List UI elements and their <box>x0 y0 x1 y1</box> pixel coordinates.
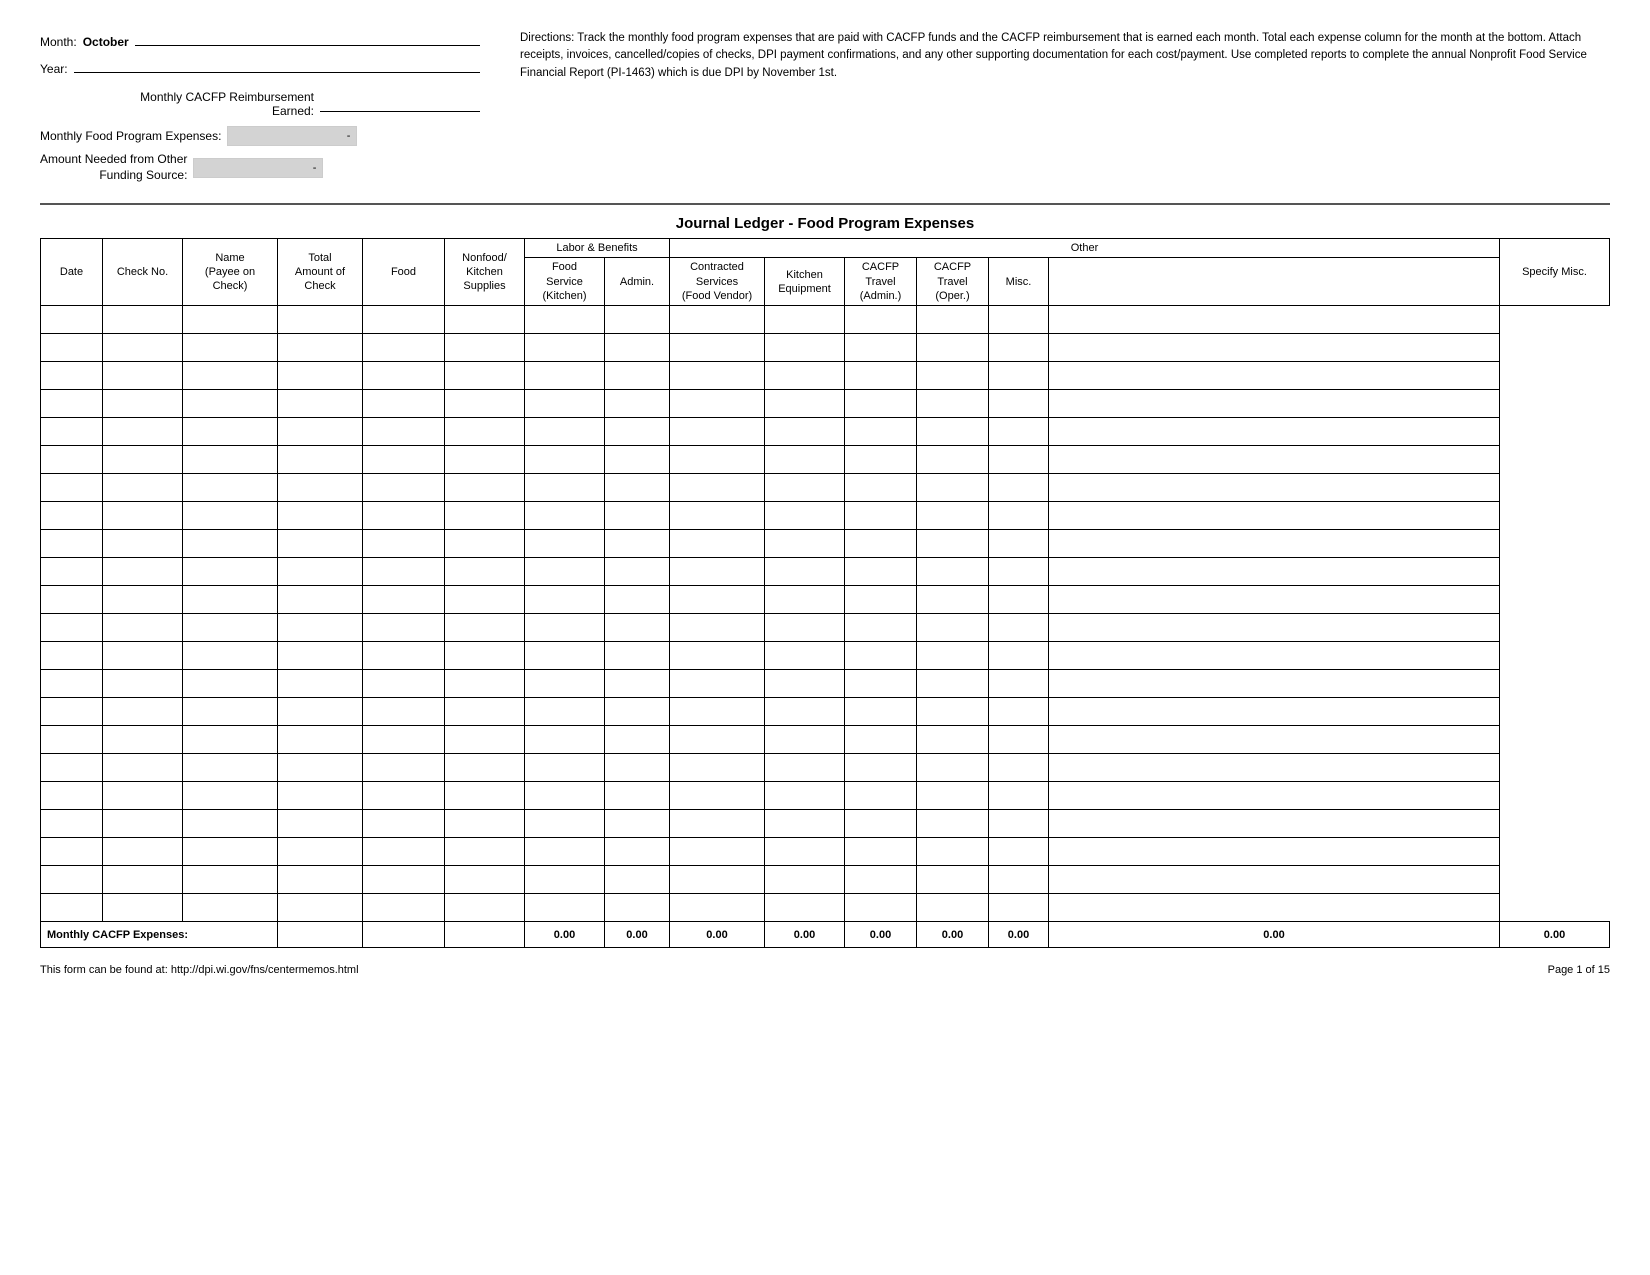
col-header-total: TotalAmount ofCheck <box>278 239 363 306</box>
table-row[interactable] <box>41 306 1610 334</box>
monthly-total-blank <box>278 922 363 948</box>
funding-row: Amount Needed from Other Funding Source:… <box>40 152 480 183</box>
monthly-value-cell: 0.00 <box>917 922 989 948</box>
table-row[interactable] <box>41 698 1610 726</box>
expenses-label: Monthly Food Program Expenses: <box>40 129 221 143</box>
table-row[interactable] <box>41 418 1610 446</box>
col-header-specmisc: Specify Misc. <box>1500 239 1610 306</box>
col-header-cacfp-oper: CACFPTravel(Oper.) <box>917 258 989 306</box>
monthly-expenses-row: Monthly CACFP Expenses:0.000.000.000.000… <box>41 922 1610 948</box>
col-header-kitchen: KitchenEquipment <box>765 258 845 306</box>
col-header-check: Check No. <box>103 239 183 306</box>
table-row[interactable] <box>41 838 1610 866</box>
table-row[interactable] <box>41 614 1610 642</box>
table-row[interactable] <box>41 474 1610 502</box>
funding-label: Amount Needed from Other Funding Source: <box>40 152 193 183</box>
group-labor-benefits: Labor & Benefits <box>525 239 670 258</box>
directions-text: Directions: Track the monthly food progr… <box>520 30 1610 183</box>
table-row[interactable] <box>41 558 1610 586</box>
table-row[interactable] <box>41 754 1610 782</box>
col-header-date: Date <box>41 239 103 306</box>
ledger-title: Journal Ledger - Food Program Expenses <box>40 215 1610 232</box>
month-line <box>135 30 480 46</box>
monthly-value-cell: 0.00 <box>1049 922 1500 948</box>
footer: This form can be found at: http://dpi.wi… <box>40 964 1610 976</box>
monthly-value-cell: 0.00 <box>670 922 765 948</box>
table-row[interactable] <box>41 642 1610 670</box>
col-header-name: Name(Payee onCheck) <box>183 239 278 306</box>
table-row[interactable] <box>41 726 1610 754</box>
monthly-value-cell: 0.00 <box>765 922 845 948</box>
top-section: Month: October Year: Monthly CACFP Reimb… <box>40 30 1610 183</box>
table-row[interactable] <box>41 810 1610 838</box>
month-value: October <box>83 35 129 49</box>
table-row[interactable] <box>41 894 1610 922</box>
col-header-admin: Admin. <box>605 258 670 306</box>
reimbursement-label: Monthly CACFP Reimbursement Earned: <box>40 90 320 118</box>
table-row[interactable] <box>41 334 1610 362</box>
divider <box>40 203 1610 205</box>
col-header-misc: Misc. <box>989 258 1049 306</box>
col-header-food: Food <box>363 239 445 306</box>
monthly-value-cell: 0.00 <box>605 922 670 948</box>
reimbursement-input[interactable] <box>320 96 480 112</box>
footer-page: Page 1 of 15 <box>1548 964 1610 976</box>
monthly-expenses-label: Monthly CACFP Expenses: <box>41 922 278 948</box>
expenses-value: - <box>227 126 357 146</box>
year-line <box>74 57 480 73</box>
footer-url: This form can be found at: http://dpi.wi… <box>40 964 359 976</box>
expenses-row: Monthly Food Program Expenses: - <box>40 126 480 146</box>
table-row[interactable] <box>41 502 1610 530</box>
month-row: Month: October <box>40 30 480 49</box>
table-row[interactable] <box>41 362 1610 390</box>
table-row[interactable] <box>41 390 1610 418</box>
col-header-nonfood: Nonfood/KitchenSupplies <box>445 239 525 306</box>
table-row[interactable] <box>41 866 1610 894</box>
monthly-value-cell: 0.00 <box>989 922 1049 948</box>
group-header-row: Date Check No. Name(Payee onCheck) Total… <box>41 239 1610 258</box>
group-other: Other <box>670 239 1500 258</box>
ledger-table: Date Check No. Name(Payee onCheck) Total… <box>40 238 1610 948</box>
col-header-cacfp-admin: CACFPTravel(Admin.) <box>845 258 917 306</box>
monthly-value-cell: 0.00 <box>1500 922 1610 948</box>
table-row[interactable] <box>41 446 1610 474</box>
month-label: Month: <box>40 35 77 49</box>
monthly-value-cell <box>363 922 445 948</box>
table-row[interactable] <box>41 670 1610 698</box>
col-header-contracted: ContractedServices(Food Vendor) <box>670 258 765 306</box>
year-row: Year: <box>40 57 480 76</box>
monthly-value-cell <box>445 922 525 948</box>
year-label: Year: <box>40 62 68 76</box>
monthly-value-cell: 0.00 <box>525 922 605 948</box>
col-header-foodsvc: FoodService(Kitchen) <box>525 258 605 306</box>
table-row[interactable] <box>41 530 1610 558</box>
funding-value: - <box>193 158 323 178</box>
reimbursement-section: Monthly CACFP Reimbursement Earned: Mont… <box>40 90 480 183</box>
form-fields: Month: October Year: Monthly CACFP Reimb… <box>40 30 480 183</box>
table-row[interactable] <box>41 782 1610 810</box>
table-row[interactable] <box>41 586 1610 614</box>
earned-row: Monthly CACFP Reimbursement Earned: <box>40 90 480 118</box>
monthly-value-cell: 0.00 <box>845 922 917 948</box>
